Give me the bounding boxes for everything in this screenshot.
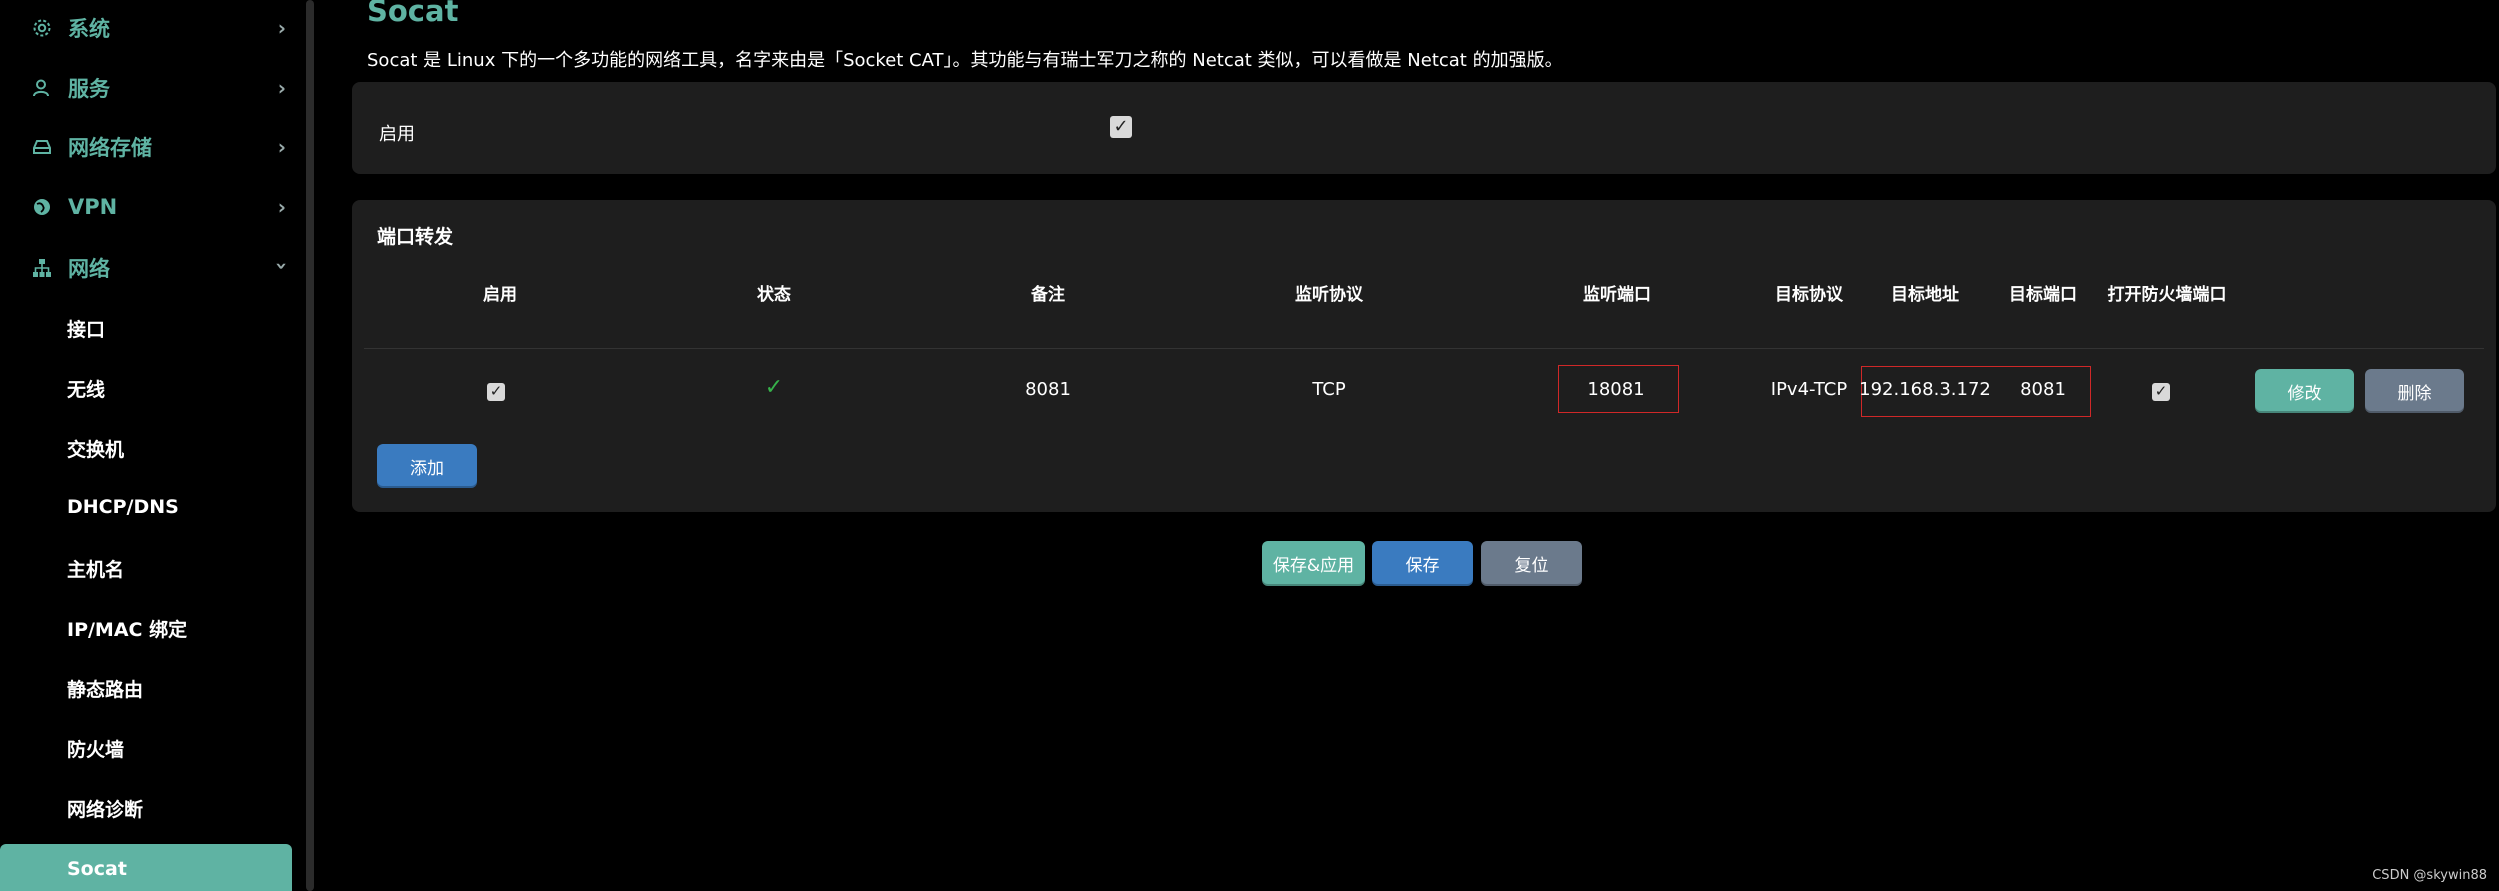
sidebar-item-label: VPN	[68, 195, 118, 219]
sidebar-item-label: IP/MAC 绑定	[67, 618, 188, 641]
enable-panel: 启用 ✓	[352, 82, 2496, 174]
main-content: Socat Socat 是 Linux 下的一个多功能的网络工具，名字来由是「S…	[352, 0, 2499, 891]
gear-icon	[30, 16, 54, 40]
sidebar-item-switch[interactable]: 交换机	[0, 418, 298, 478]
enable-checkbox[interactable]: ✓	[1110, 116, 1132, 138]
row-open-firewall-checkbox[interactable]: ✓	[2152, 380, 2170, 401]
sidebar-item-label: 交换机	[67, 438, 125, 461]
sidebar-item-diagnostics[interactable]: 网络诊断	[0, 778, 298, 838]
sidebar-item-network-storage[interactable]: 网络存储 ›	[0, 117, 298, 177]
page-description: Socat 是 Linux 下的一个多功能的网络工具，名字来由是「Socket …	[367, 50, 1563, 71]
row-target-protocol: IPv4-TCP	[1770, 379, 1848, 400]
table-divider	[364, 348, 2484, 349]
sidebar-item-label: DHCP/DNS	[67, 496, 179, 518]
port-forward-panel: 端口转发 启用 状态 备注 监听协议 监听端口 目标协议 目标地址 目标端口 打…	[352, 200, 2496, 512]
column-header-remark: 备注	[1031, 285, 1065, 305]
sidebar-item-label: 无线	[67, 378, 106, 401]
column-header-open-firewall: 打开防火墙端口	[2107, 285, 2227, 305]
sidebar-item-dhcp-dns[interactable]: DHCP/DNS	[0, 477, 298, 537]
enable-label: 启用	[379, 124, 415, 145]
sidebar-scrollbar[interactable]	[306, 0, 314, 891]
column-header-listen-port: 监听端口	[1583, 285, 1651, 305]
row-target-address: 192.168.3.172	[1859, 379, 1991, 400]
sidebar-item-hostnames[interactable]: 主机名	[0, 538, 298, 598]
column-header-target-address: 目标地址	[1891, 285, 1959, 305]
network-tree-icon	[30, 256, 54, 280]
row-remark: 8081	[1025, 379, 1071, 400]
sidebar-item-interfaces[interactable]: 接口	[0, 298, 298, 358]
app-root: 系统 › 服务 › 网络存储 › VPN › 网络 › 接口 无线 交换机 DH…	[0, 0, 2499, 891]
add-button[interactable]: 添加	[377, 444, 477, 488]
row-enable-checkbox[interactable]: ✓	[487, 380, 505, 401]
sidebar-item-firewall[interactable]: 防火墙	[0, 718, 298, 778]
column-header-target-port: 目标端口	[2009, 285, 2077, 305]
sidebar-item-vpn[interactable]: VPN ›	[0, 177, 298, 237]
sidebar-item-static-routes[interactable]: 静态路由	[0, 658, 298, 718]
storage-drive-icon	[30, 135, 54, 159]
watermark: CSDN @skywin88	[2372, 868, 2487, 883]
sidebar-item-label: 网络诊断	[67, 798, 144, 821]
page-title: Socat	[367, 0, 459, 28]
column-header-target-protocol: 目标协议	[1775, 285, 1843, 305]
sidebar-item-label: 网络	[68, 257, 110, 281]
sidebar-item-ip-mac-binding[interactable]: IP/MAC 绑定	[0, 598, 298, 658]
chevron-right-icon: ›	[277, 135, 286, 159]
column-header-status: 状态	[757, 285, 791, 305]
edit-button[interactable]: 修改	[2255, 369, 2354, 413]
save-apply-button[interactable]: 保存&应用	[1262, 541, 1365, 586]
chevron-right-icon: ›	[277, 76, 286, 100]
sidebar-item-label: 静态路由	[67, 678, 144, 701]
reset-button[interactable]: 复位	[1481, 541, 1582, 586]
sidebar-item-label: 服务	[68, 77, 110, 101]
column-header-enable: 启用	[483, 285, 517, 305]
globe-icon	[30, 195, 54, 219]
chevron-down-icon: ›	[269, 261, 294, 271]
sidebar-item-system[interactable]: 系统 ›	[0, 0, 298, 58]
chevron-right-icon: ›	[277, 195, 286, 219]
save-button[interactable]: 保存	[1372, 541, 1473, 586]
section-title: 端口转发	[377, 226, 454, 248]
status-ok-icon: ✓	[764, 375, 784, 400]
column-header-listen-protocol: 监听协议	[1295, 285, 1363, 305]
sidebar: 系统 › 服务 › 网络存储 › VPN › 网络 › 接口 无线 交换机 DH…	[0, 0, 298, 891]
delete-button[interactable]: 删除	[2365, 369, 2464, 413]
row-target-port: 8081	[2020, 379, 2066, 400]
row-listen-protocol: TCP	[1312, 379, 1346, 400]
sidebar-item-network[interactable]: 网络 ›	[0, 238, 298, 298]
sidebar-item-label: 网络存储	[68, 136, 152, 160]
sidebar-item-services[interactable]: 服务 ›	[0, 58, 298, 118]
sidebar-item-label: 接口	[67, 318, 106, 341]
user-service-icon	[30, 76, 54, 100]
sidebar-item-wireless[interactable]: 无线	[0, 358, 298, 418]
row-listen-port: 18081	[1587, 379, 1645, 400]
sidebar-item-socat[interactable]: Socat	[0, 844, 292, 891]
chevron-right-icon: ›	[277, 16, 286, 40]
sidebar-item-label: 系统	[68, 17, 110, 41]
sidebar-item-label: 防火墙	[67, 738, 125, 761]
sidebar-item-label: Socat	[67, 858, 127, 880]
sidebar-item-label: 主机名	[67, 558, 125, 581]
